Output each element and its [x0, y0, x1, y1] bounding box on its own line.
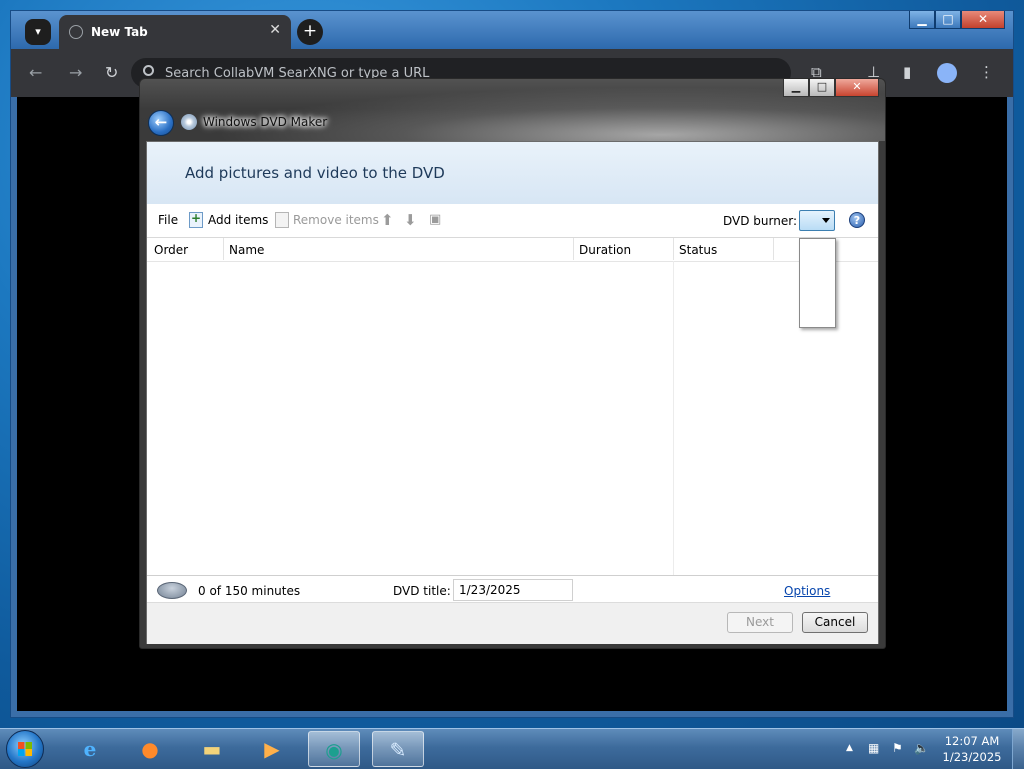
dvd-burner-label: DVD burner: — [723, 214, 797, 228]
cancel-button[interactable]: Cancel — [802, 612, 868, 633]
list-column-headers: Order Name Duration Status — [147, 238, 878, 262]
menu-kebab-icon[interactable]: ⋮ — [979, 63, 994, 81]
dvd-maximize-button[interactable]: □ — [809, 79, 835, 97]
dvd-title-input[interactable] — [453, 579, 573, 601]
network-icon[interactable]: ▦ — [868, 741, 879, 755]
start-button[interactable] — [6, 730, 44, 768]
side-panel-icon[interactable]: ▮ — [903, 63, 911, 81]
new-tab-button[interactable]: + — [297, 19, 323, 45]
taskbar: e ● ▬ ▶ ◉ ✎ ▲ ▦ ⚑ 🔈 12:07 AM 1/23/2025 — [0, 728, 1024, 769]
reload-icon[interactable]: ↻ — [105, 63, 118, 82]
chevron-down-icon — [822, 218, 830, 223]
page-title: Add pictures and video to the DVD — [185, 164, 445, 182]
disc-icon — [157, 582, 187, 599]
dvd-maker-content: Add pictures and video to the DVD File A… — [146, 141, 879, 644]
column-separator[interactable] — [773, 238, 774, 260]
command-bar: File Add items Remove items ⬆ ⬇ ▣ DVD bu… — [147, 204, 878, 238]
column-separator[interactable] — [673, 238, 674, 260]
add-items-button[interactable]: Add items — [208, 213, 268, 227]
show-desktop-button[interactable] — [1012, 729, 1024, 769]
move-up-arrow-icon[interactable]: ⬆ — [381, 211, 394, 229]
status-footer: 0 of 150 minutes DVD title: Options — [147, 575, 878, 603]
dvd-burner-select[interactable] — [799, 210, 835, 231]
window-title: Windows DVD Maker — [203, 115, 328, 129]
next-button[interactable]: Next — [727, 612, 793, 633]
item-properties-icon[interactable]: ▣ — [429, 212, 441, 227]
profile-avatar[interactable] — [937, 63, 957, 83]
search-icon — [143, 65, 154, 76]
dvd-close-button[interactable]: ✕ — [835, 79, 879, 97]
remove-items-button[interactable]: Remove items — [293, 213, 379, 227]
minutes-used: 0 of 150 minutes — [198, 584, 301, 598]
collabvm-app-icon[interactable]: ◉ — [308, 731, 360, 767]
column-separator[interactable] — [223, 238, 224, 260]
media-player-icon[interactable]: ▶ — [246, 731, 298, 767]
browser-window-controls: ▁ □ ✕ — [909, 11, 1005, 29]
tab-title: New Tab — [91, 25, 148, 39]
forward-arrow-icon[interactable]: → — [69, 63, 82, 82]
column-name[interactable]: Name — [229, 243, 264, 257]
firefox-icon[interactable]: ● — [124, 731, 176, 767]
remove-items-icon — [275, 212, 289, 228]
action-center-flag-icon[interactable]: ⚑ — [892, 741, 903, 755]
dvd-title-label: DVD title: — [393, 584, 451, 598]
back-button[interactable]: ← — [148, 110, 174, 136]
column-duration[interactable]: Duration — [579, 243, 631, 257]
items-list[interactable]: Order Name Duration Status — [147, 238, 878, 575]
tab-new-tab[interactable]: New Tab ✕ — [59, 15, 291, 49]
help-icon[interactable]: ? — [849, 212, 865, 228]
browser-titlebar: ▾ New Tab ✕ + ▁ □ ✕ — [11, 11, 1013, 49]
globe-icon — [69, 25, 83, 39]
internet-explorer-icon[interactable]: e — [64, 731, 116, 767]
column-order[interactable]: Order — [154, 243, 188, 257]
maximize-button[interactable]: □ — [935, 11, 961, 29]
clock-time: 12:07 AM — [944, 734, 1000, 748]
move-down-arrow-icon[interactable]: ⬇ — [404, 211, 417, 229]
dvd-burner-dropdown-list[interactable] — [799, 238, 836, 328]
clock-date: 1/23/2025 — [942, 750, 1002, 764]
column-status[interactable]: Status — [679, 243, 717, 257]
options-link[interactable]: Options — [784, 584, 830, 598]
dvd-maker-app-icon — [181, 114, 197, 130]
tab-close-icon[interactable]: ✕ — [269, 22, 281, 38]
dvd-window-controls: ▁ □ ✕ — [783, 79, 879, 97]
button-bar: Next Cancel — [147, 602, 878, 644]
windows-logo-icon — [18, 742, 32, 756]
volume-muted-icon[interactable]: 🔈 — [914, 741, 929, 755]
status-column-divider — [673, 261, 674, 575]
tab-search-button[interactable]: ▾ — [25, 19, 51, 45]
add-items-icon — [189, 211, 203, 228]
back-arrow-icon[interactable]: ← — [29, 63, 42, 82]
column-separator[interactable] — [573, 238, 574, 260]
dvd-maker-taskbar-icon[interactable]: ✎ — [372, 731, 424, 767]
glass-reflection — [140, 79, 885, 141]
dvd-minimize-button[interactable]: ▁ — [783, 79, 809, 97]
dvd-maker-window: ▁ □ ✕ ← Windows DVD Maker Add pictures a… — [139, 78, 886, 649]
close-button[interactable]: ✕ — [961, 11, 1005, 29]
page-header: Add pictures and video to the DVD — [147, 142, 878, 205]
windows-explorer-icon[interactable]: ▬ — [186, 731, 238, 767]
file-menu[interactable]: File — [158, 213, 178, 227]
minimize-button[interactable]: ▁ — [909, 11, 935, 29]
show-hidden-icons-icon[interactable]: ▲ — [846, 743, 853, 753]
system-clock[interactable]: 12:07 AM 1/23/2025 — [937, 733, 1007, 765]
